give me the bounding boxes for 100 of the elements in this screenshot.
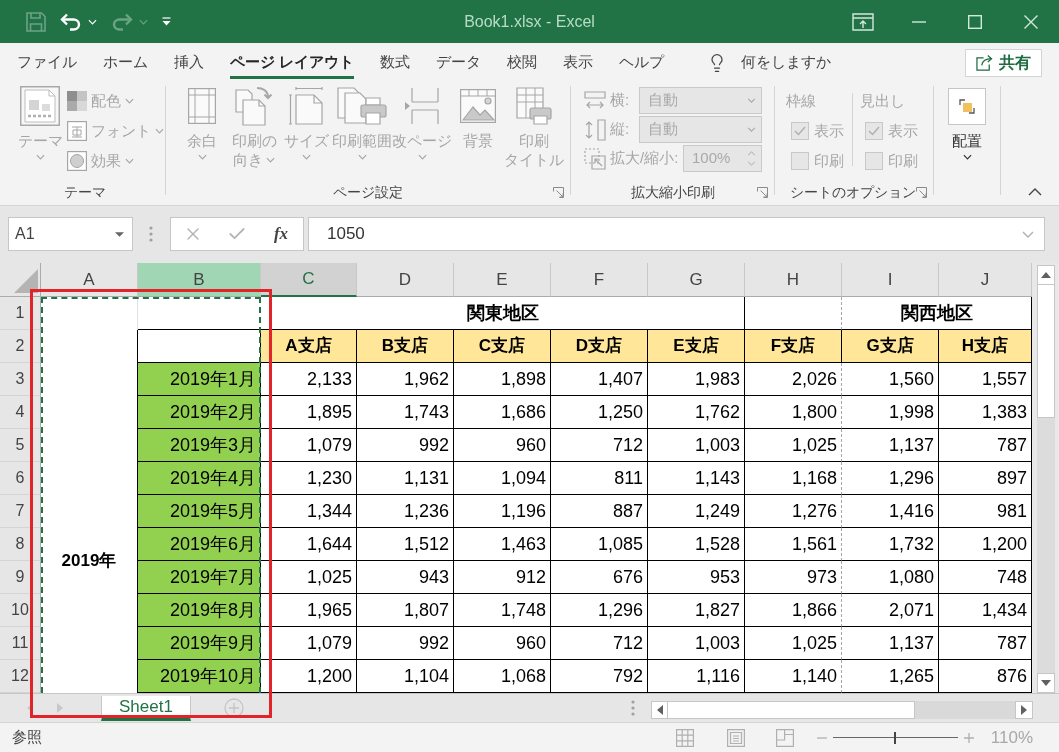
insert-function-button[interactable]: fx: [259, 221, 303, 247]
sheet-tab[interactable]: Sheet1: [101, 696, 191, 721]
select-all-button[interactable]: [0, 263, 41, 297]
ribbon-tab[interactable]: ページ レイアウト: [217, 43, 368, 82]
slider-thumb[interactable]: [894, 731, 897, 744]
branch-header-cell: A支店: [261, 330, 357, 363]
row-header[interactable]: 3: [0, 363, 41, 396]
share-arrow-icon: [976, 54, 993, 71]
row-header[interactable]: 11: [0, 627, 41, 660]
scroll-right-button[interactable]: [1015, 701, 1033, 719]
ribbon-tab[interactable]: 挿入: [161, 43, 217, 82]
close-icon[interactable]: [1024, 14, 1038, 29]
checkmark-icon: [868, 126, 880, 136]
branch-header-cell: F支店: [745, 330, 842, 363]
chevron-up-icon[interactable]: [1028, 188, 1042, 196]
row-header[interactable]: 10: [0, 594, 41, 627]
column-header[interactable]: J: [939, 263, 1032, 297]
ribbon-button[interactable]: 配置: [941, 86, 993, 164]
row-header[interactable]: 4: [0, 396, 41, 429]
value-cell: 2,133: [261, 363, 357, 396]
minimize-icon[interactable]: [912, 20, 926, 23]
column-header[interactable]: D: [357, 263, 454, 297]
value-cell: 1,512: [357, 528, 454, 561]
value-cell: 1,137: [842, 627, 939, 660]
grid-view-icon[interactable]: [675, 728, 694, 747]
tell-me-field[interactable]: 何をしますか: [707, 43, 832, 82]
scrollbar-thumb[interactable]: [668, 701, 915, 719]
triangle-down-icon[interactable]: [115, 231, 124, 237]
value-cell: 897: [939, 462, 1032, 495]
page-break-view-icon[interactable]: [775, 728, 794, 747]
scroll-down-button[interactable]: [1037, 673, 1055, 693]
year-label: 2019年: [61, 550, 117, 572]
caret-icon: [747, 127, 756, 132]
ribbon-tab[interactable]: 校閲: [494, 43, 551, 82]
triangle-left-icon: [656, 705, 663, 715]
value-cell: 787: [939, 627, 1032, 660]
column-header[interactable]: C: [261, 263, 357, 297]
share-button[interactable]: 共有: [965, 48, 1042, 77]
scroll-up-button[interactable]: [1037, 265, 1055, 285]
grip-dots-icon[interactable]: [631, 700, 635, 716]
month-cell: 2019年7月: [138, 561, 261, 594]
ribbon-tab[interactable]: データ: [423, 43, 495, 82]
zoom-slider[interactable]: [832, 731, 958, 744]
undo-arrow-icon[interactable]: [60, 12, 82, 31]
ribbon-tab[interactable]: ヘルプ: [606, 43, 678, 82]
scrollbar-thumb[interactable]: [1037, 285, 1055, 418]
ribbon-tab[interactable]: ファイル: [4, 43, 90, 82]
value-cell: 1,686: [454, 396, 551, 429]
branch-header-cell: H支店: [939, 330, 1032, 363]
row-header[interactable]: 8: [0, 528, 41, 561]
triangle-right-icon[interactable]: [57, 703, 63, 713]
value-cell: 676: [551, 561, 648, 594]
ribbon-tab[interactable]: 表示: [550, 43, 607, 82]
dialog-launcher-icon[interactable]: [916, 187, 927, 198]
picture-icon: [460, 89, 496, 123]
name-box[interactable]: A1: [8, 217, 133, 251]
month-cell: 2019年10月: [138, 660, 261, 693]
column-header[interactable]: F: [551, 263, 648, 297]
value-cell: 1,998: [842, 396, 939, 429]
page-view-icon[interactable]: [726, 728, 745, 747]
row-header[interactable]: 6: [0, 462, 41, 495]
page-printer-icon: [337, 87, 387, 125]
plus-icon[interactable]: [963, 732, 974, 743]
value-cell: 1,094: [454, 462, 551, 495]
column-header[interactable]: H: [745, 263, 842, 297]
triangle-down-icon: [1041, 680, 1051, 686]
row-header[interactable]: 2: [0, 330, 41, 363]
scroll-left-button[interactable]: [651, 701, 668, 719]
circle-plus-icon[interactable]: [223, 698, 244, 718]
box-up-arrow-icon[interactable]: [852, 12, 874, 31]
field-label: 横:: [610, 90, 630, 111]
row-header[interactable]: 5: [0, 429, 41, 462]
chevron-down-icon[interactable]: [1022, 230, 1034, 238]
grip-dots-icon[interactable]: [149, 226, 153, 242]
minus-icon[interactable]: [816, 736, 827, 739]
dropdown-menu-icon[interactable]: [162, 17, 171, 26]
branch-header-cell: G支店: [842, 330, 939, 363]
rotate-pages-icon: [235, 86, 273, 126]
maximize-icon[interactable]: [968, 14, 982, 29]
ribbon-tab[interactable]: 数式: [367, 43, 424, 82]
value-cell: 1,344: [261, 495, 357, 528]
ribbon-tab[interactable]: ホーム: [90, 43, 161, 82]
row-header[interactable]: 1: [0, 297, 41, 330]
value-cell: 1,080: [842, 561, 939, 594]
value-cell: 1,104: [357, 660, 454, 693]
column-header[interactable]: E: [454, 263, 551, 297]
value-cell: 1,557: [939, 363, 1032, 396]
value-cell: 1,068: [454, 660, 551, 693]
value-cell: 1,200: [261, 660, 357, 693]
dialog-launcher-icon[interactable]: [553, 186, 564, 198]
row-header[interactable]: 9: [0, 561, 41, 594]
dialog-launcher-icon[interactable]: [757, 186, 768, 198]
value-cell: 1,416: [842, 495, 939, 528]
column-header[interactable]: I: [842, 263, 939, 297]
formula-input[interactable]: 1050: [308, 217, 1045, 251]
month-cell: 2019年2月: [138, 396, 261, 429]
row-header[interactable]: 7: [0, 495, 41, 528]
column-header[interactable]: G: [648, 263, 745, 297]
row-header[interactable]: 12: [0, 660, 41, 693]
checkbox-label: 印刷: [888, 150, 918, 171]
